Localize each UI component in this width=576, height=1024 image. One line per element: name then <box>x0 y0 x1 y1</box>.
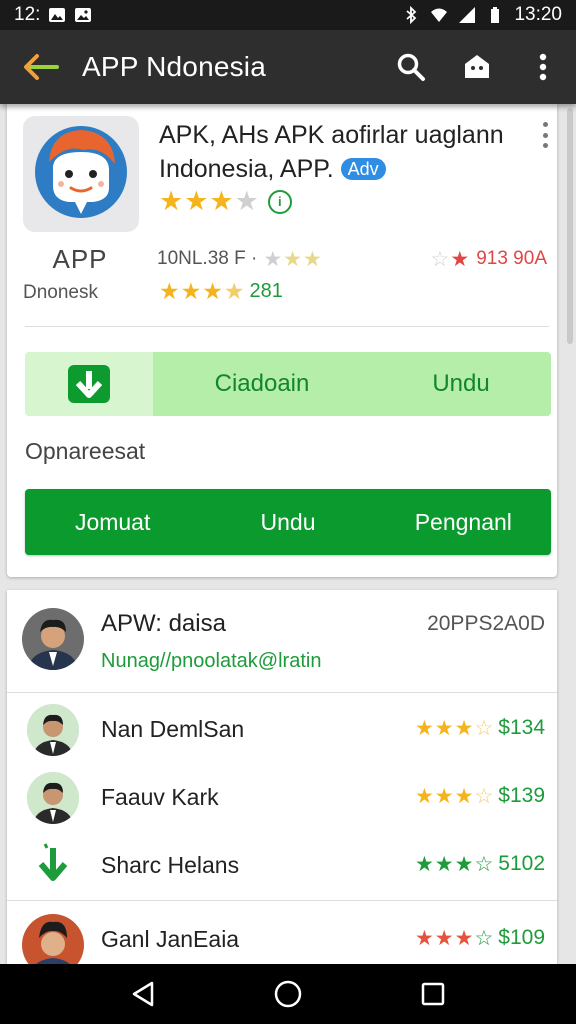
gallery-notification-icon <box>75 8 92 22</box>
app-meta-code: 10NL.38 F · ★ ★★ <box>157 248 323 270</box>
list-item-name: Nan DemlSan <box>101 716 245 742</box>
person-avatar-icon <box>22 608 84 670</box>
list-item-rating: ★★★ ☆ $134 <box>415 716 545 740</box>
action-button-1[interactable]: Jomuat <box>25 509 200 536</box>
app-meta-right: ☆ ★ 913 90A <box>431 248 547 270</box>
developer-name[interactable]: Dnonesk <box>23 282 98 304</box>
list-item-stars: ★★★ ☆ <box>414 852 495 876</box>
list-item-rating: ★★★ ☆ 5102 <box>415 852 545 876</box>
developer-list-card: APW: daisa Nunag//pnoolatak@lratin 20PPS… <box>7 590 557 970</box>
rating-count-stars: ★★★ ★ <box>159 278 246 304</box>
overflow-menu-icon <box>539 53 547 81</box>
action-button-3[interactable]: Pengnanl <box>376 509 551 536</box>
list-item[interactable]: Nan DemlSan ★★★ ☆ $134 <box>7 696 557 764</box>
list-item-stars: ★★★ ☆ <box>414 784 495 808</box>
bluetooth-icon <box>406 6 417 24</box>
back-button[interactable] <box>0 30 82 104</box>
ad-badge: Adv <box>340 158 386 180</box>
featured-row[interactable]: APW: daisa Nunag//pnoolatak@lratin 20PPS… <box>7 590 557 692</box>
search-button[interactable] <box>378 30 444 104</box>
action-bar: Jomuat Undu Pengnanl <box>25 489 551 555</box>
developer-logo-text: APP <box>52 244 108 274</box>
meta-code-text: 10NL.38 F · <box>157 248 258 269</box>
person-avatar-icon <box>22 914 84 970</box>
image-notification-icon <box>49 8 66 22</box>
wifi-icon <box>431 8 448 22</box>
action-button-2[interactable]: Undu <box>200 509 375 536</box>
scrollbar[interactable] <box>567 108 573 344</box>
signal-icon <box>459 7 476 23</box>
back-arrow-icon <box>24 54 59 80</box>
info-icon[interactable]: i <box>267 189 292 214</box>
card-overflow-menu[interactable] <box>537 122 553 148</box>
list-item-price: 5102 <box>498 852 545 875</box>
section-label: Opnareesat <box>25 438 146 464</box>
status-bar: 12: 13:20 <box>0 0 576 30</box>
featured-right-text: 20PPS2A0D <box>427 612 545 635</box>
toolbar-title: APP Ndonesia <box>82 51 267 82</box>
divider <box>7 692 557 693</box>
download-arrow-icon <box>38 843 68 881</box>
download-label[interactable]: Ciadoain <box>153 370 371 398</box>
search-icon <box>397 53 425 81</box>
back-nav-button[interactable] <box>113 964 173 1024</box>
divider <box>25 326 549 327</box>
download-secondary-label[interactable]: Undu <box>371 370 551 398</box>
list-item[interactable]: Sharc Helans ★★★ ☆ 5102 <box>7 832 557 900</box>
list-item-name: Faauv Kark <box>101 784 219 810</box>
avatar <box>27 772 79 824</box>
app-title-text: APK, AHs APK aofirlar uaglann Indonesia,… <box>159 121 504 183</box>
download-avatar <box>27 840 79 892</box>
download-bar[interactable]: Ciadoain Undu <box>25 352 551 416</box>
list-item-name: Sharc Helans <box>101 852 240 878</box>
system-nav-bar <box>0 964 576 1024</box>
app-rating-stars: ★★★ ★ <box>159 186 260 216</box>
app-icon[interactable] <box>23 116 139 232</box>
list-item-stars: ★★★ ☆ <box>414 716 495 740</box>
store-icon <box>465 55 489 78</box>
meta-right-value: 913 90A <box>476 248 547 269</box>
app-toolbar: APP Ndonesia <box>0 30 576 104</box>
list-item[interactable]: Ganl JanEaia ★★★ ☆ $109 <box>7 912 557 970</box>
list-item[interactable]: Faauv Kark ★★★ ☆ $139 <box>7 764 557 832</box>
list-item-name: Ganl JanEaia <box>101 926 240 952</box>
avatar <box>22 608 84 670</box>
status-time-right: 13:20 <box>514 4 562 25</box>
featured-subtitle[interactable]: Nunag//pnoolatak@lratin <box>101 650 321 673</box>
avatar <box>22 914 84 970</box>
home-nav-button[interactable] <box>258 964 318 1024</box>
app-rating-row: ★★★ ★ i <box>159 188 292 215</box>
battery-icon <box>491 7 500 23</box>
list-item-price: $134 <box>498 716 545 739</box>
meta-right-stars: ☆ ★ <box>430 247 471 271</box>
back-nav-icon <box>132 981 153 1007</box>
list-item-rating: ★★★ ☆ $109 <box>415 926 545 950</box>
meta-stars: ★ ★★ <box>263 247 323 271</box>
featured-title: APW: daisa <box>101 610 226 637</box>
avatar <box>27 704 79 756</box>
person-avatar-icon <box>27 772 79 824</box>
home-nav-icon <box>274 980 302 1008</box>
recents-nav-button[interactable] <box>403 964 463 1024</box>
list-item-price: $109 <box>498 926 545 949</box>
mascot-logo-icon <box>35 126 127 218</box>
store-button[interactable] <box>444 30 510 104</box>
download-icon <box>68 365 110 403</box>
app-detail-card: APK, AHs APK aofirlar uaglann Indonesia,… <box>7 104 557 577</box>
status-time-left: 12: <box>14 4 41 25</box>
overflow-menu-button[interactable] <box>510 30 576 104</box>
app-title: APK, AHs APK aofirlar uaglann Indonesia,… <box>159 118 527 186</box>
list-item-price: $139 <box>498 784 545 807</box>
recents-nav-icon <box>422 982 445 1006</box>
rating-count-row: ★★★ ★ 281 <box>159 280 283 303</box>
list-item-stars: ★★★ ☆ <box>414 926 495 950</box>
rating-count: 281 <box>249 280 283 302</box>
divider <box>7 900 557 901</box>
list-item-rating: ★★★ ☆ $139 <box>415 784 545 808</box>
download-icon-area[interactable] <box>25 352 153 416</box>
person-avatar-icon <box>27 704 79 756</box>
